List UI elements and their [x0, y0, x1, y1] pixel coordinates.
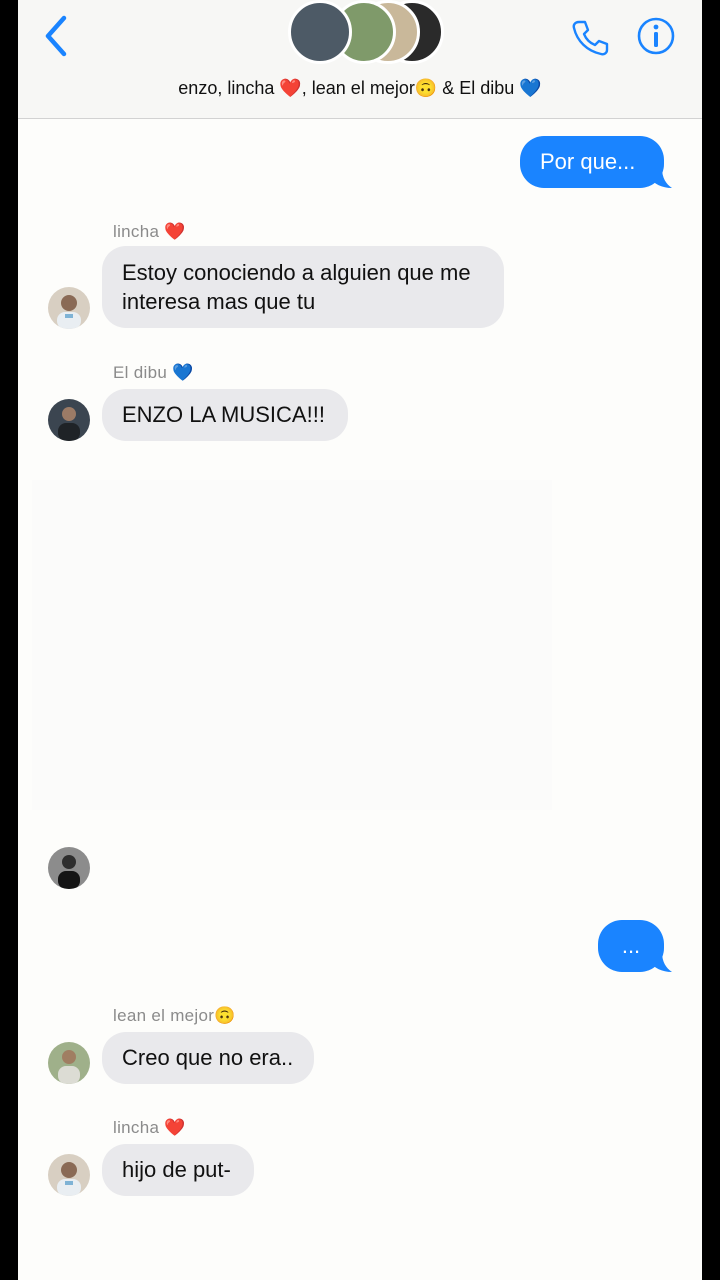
incoming-message[interactable]: hijo de put- — [102, 1144, 254, 1196]
avatar-lean[interactable] — [48, 1042, 90, 1084]
chevron-left-icon — [45, 15, 67, 57]
back-button[interactable] — [38, 14, 74, 58]
chat-screen: enzo, lincha ❤️, lean el mejor🙃 & El dib… — [18, 0, 702, 1280]
message-text: ENZO LA MUSICA!!! — [122, 402, 325, 427]
avatar-enzo[interactable] — [48, 847, 90, 889]
group-avatar-1 — [288, 0, 352, 64]
info-icon — [637, 17, 675, 55]
person-photo — [48, 1042, 90, 1084]
bubble-tail — [650, 168, 672, 188]
person-photo — [48, 847, 90, 889]
message-text: Creo que no era.. — [122, 1045, 294, 1070]
chat-header: enzo, lincha ❤️, lean el mejor🙃 & El dib… — [18, 0, 702, 119]
message-text-line: Estoy conociendo a alguien que me — [122, 260, 471, 285]
person-photo — [48, 287, 90, 329]
info-button[interactable] — [636, 16, 676, 56]
bubble-tail — [650, 952, 672, 972]
message-text: Por que... — [540, 149, 636, 174]
outgoing-message[interactable]: Por que... — [520, 136, 672, 188]
avatar-el-dibu[interactable] — [48, 399, 90, 441]
message-text-line: interesa mas que tu — [122, 289, 316, 314]
incoming-message[interactable]: Estoy conociendo a alguien que me intere… — [102, 246, 504, 328]
message-text: ... — [621, 933, 641, 958]
message-text: hijo de put- — [122, 1157, 231, 1182]
sender-name: lean el mejor🙃 — [113, 1006, 236, 1025]
incoming-message[interactable]: Creo que no era.. — [102, 1032, 314, 1084]
avatar-lincha[interactable] — [48, 287, 90, 329]
sender-name: El dibu 💙 — [113, 363, 194, 382]
group-title[interactable]: enzo, lincha ❤️, lean el mejor🙃 & El dib… — [18, 78, 702, 99]
media-message[interactable] — [32, 480, 552, 810]
incoming-message[interactable]: ENZO LA MUSICA!!! — [102, 389, 348, 441]
phone-icon — [572, 20, 609, 56]
sender-name: lincha ❤️ — [113, 222, 186, 241]
outgoing-message[interactable]: ... — [598, 920, 672, 972]
sender-name: lincha ❤️ — [113, 1118, 186, 1137]
person-photo — [48, 399, 90, 441]
group-avatars[interactable] — [288, 0, 444, 66]
avatar-lincha[interactable] — [48, 1154, 90, 1196]
person-photo — [48, 1154, 90, 1196]
call-button[interactable] — [570, 18, 610, 58]
